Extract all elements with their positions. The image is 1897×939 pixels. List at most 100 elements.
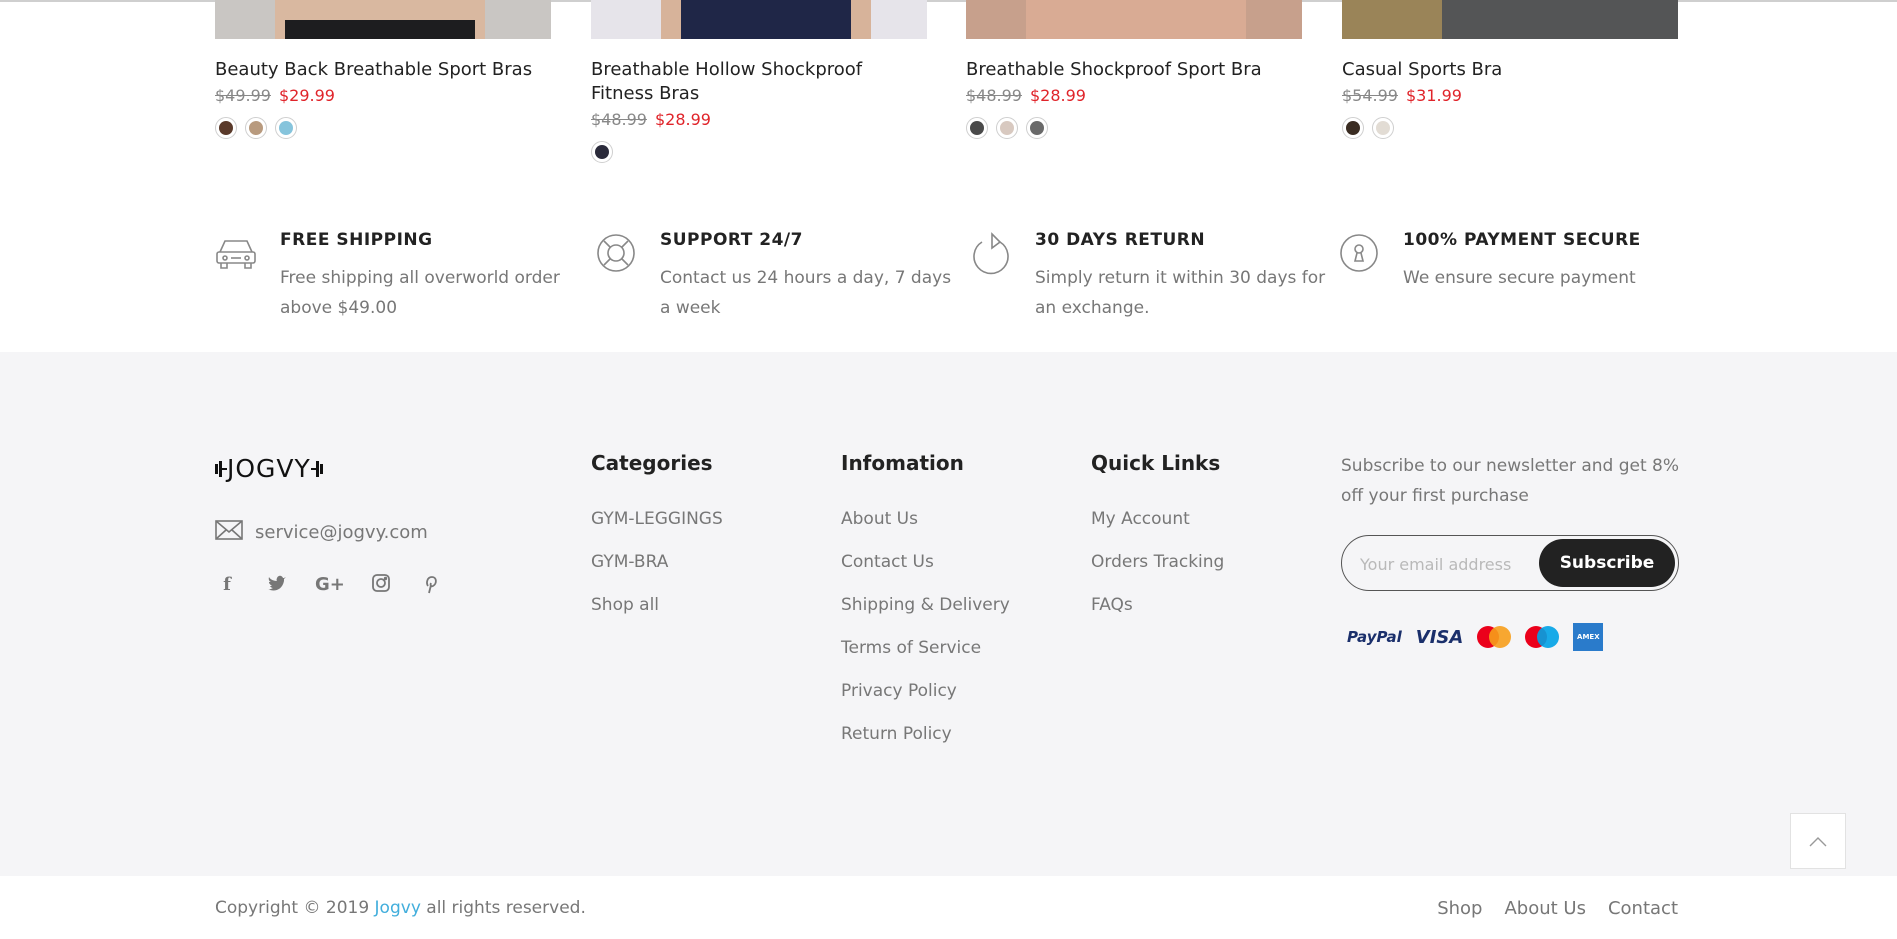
newsletter-form: Subscribe — [1341, 535, 1679, 591]
footer-link[interactable]: About Us — [841, 508, 1010, 551]
color-swatches — [1342, 117, 1678, 139]
old-price: $54.99 — [1342, 86, 1398, 105]
site-footer: JOGVY service@jogvy.com f G+ Categories … — [0, 352, 1897, 876]
color-swatches — [966, 117, 1302, 139]
feature-description: Free shipping all overworld order above … — [280, 268, 560, 318]
column-title: Infomation — [841, 451, 964, 475]
color-swatch[interactable] — [1372, 117, 1394, 139]
feature-description: We ensure secure payment — [1403, 268, 1636, 288]
footer-link[interactable]: My Account — [1091, 508, 1224, 551]
footer-information: Infomation About Us Contact Us Shipping … — [841, 451, 1010, 766]
product-title[interactable]: Breathable Hollow Shockproof Fitness Bra… — [591, 58, 927, 106]
product-image[interactable] — [215, 0, 551, 39]
newsletter: Subscribe to our newsletter and get 8% o… — [1341, 451, 1681, 651]
subscribe-button[interactable]: Subscribe — [1539, 539, 1675, 587]
footer-link[interactable]: Shop all — [591, 594, 723, 637]
product-price: $48.99 $28.99 — [966, 86, 1302, 106]
product-image[interactable] — [1342, 0, 1678, 39]
feature-description: Contact us 24 hours a day, 7 days a week — [660, 268, 952, 318]
social-links: f G+ — [215, 574, 443, 599]
color-swatch[interactable] — [215, 117, 237, 139]
newsletter-email-input[interactable] — [1358, 548, 1532, 580]
footer-link[interactable]: Shipping & Delivery — [841, 594, 1010, 637]
maestro-logo — [1525, 626, 1560, 648]
instagram-icon[interactable] — [369, 574, 393, 599]
color-swatch[interactable] — [996, 117, 1018, 139]
product-title[interactable]: Beauty Back Breathable Sport Bras — [215, 58, 551, 82]
product-price: $54.99 $31.99 — [1342, 86, 1678, 106]
product-price: $49.99 $29.99 — [215, 86, 551, 106]
footer-link[interactable]: FAQs — [1091, 594, 1224, 637]
bottom-nav: Shop About Us Contact — [1437, 898, 1678, 919]
dumbbell-icon — [310, 461, 323, 477]
footer-link[interactable]: Contact Us — [841, 551, 1010, 594]
bottom-nav-about[interactable]: About Us — [1504, 898, 1586, 919]
lock-icon — [1338, 232, 1380, 274]
sale-price: $28.99 — [1029, 86, 1086, 105]
feature-description: Simply return it within 30 days for an e… — [1035, 268, 1326, 318]
product-card[interactable]: Casual Sports Bra $54.99 $31.99 — [1342, 0, 1678, 139]
dumbbell-icon — [215, 461, 227, 477]
footer-link[interactable]: Privacy Policy — [841, 680, 1010, 723]
payment-methods: PayPal VISA AMEX — [1347, 623, 1604, 651]
facebook-icon[interactable]: f — [215, 574, 239, 599]
lifebuoy-icon — [595, 232, 637, 274]
footer-link[interactable]: GYM-BRA — [591, 551, 723, 594]
sale-price: $29.99 — [278, 86, 335, 105]
feature-title: FREE SHIPPING — [280, 230, 433, 250]
footer-categories: Categories GYM-LEGGINGS GYM-BRA Shop all — [591, 451, 723, 637]
mastercard-logo — [1477, 626, 1512, 648]
footer-link[interactable]: Terms of Service — [841, 637, 1010, 680]
back-to-top-button[interactable] — [1790, 813, 1846, 869]
product-card[interactable]: Beauty Back Breathable Sport Bras $49.99… — [215, 0, 551, 139]
color-swatch[interactable] — [966, 117, 988, 139]
column-title: Categories — [591, 451, 713, 475]
old-price: $48.99 — [591, 110, 647, 129]
footer-quick-links: Quick Links My Account Orders Tracking F… — [1091, 451, 1224, 637]
sale-price: $28.99 — [654, 110, 711, 129]
contact-email[interactable]: service@jogvy.com — [215, 520, 428, 544]
product-price: $48.99 $28.99 — [591, 110, 927, 130]
color-swatch[interactable] — [591, 141, 613, 163]
envelope-icon — [215, 520, 243, 544]
footer-link[interactable]: Orders Tracking — [1091, 551, 1224, 594]
logo-text: JOGVY — [227, 454, 311, 483]
pinterest-icon[interactable] — [419, 574, 443, 599]
color-swatches — [215, 117, 551, 139]
column-title: Quick Links — [1091, 451, 1221, 475]
visa-logo: VISA — [1415, 626, 1464, 648]
twitter-icon[interactable] — [265, 574, 289, 599]
feature-title: 100% PAYMENT SECURE — [1403, 230, 1641, 250]
product-image[interactable] — [591, 0, 927, 39]
sale-price: $31.99 — [1405, 86, 1462, 105]
bottom-bar: Copyright © 2019 Jogvy all rights reserv… — [0, 876, 1897, 939]
google-plus-icon[interactable]: G+ — [315, 574, 345, 599]
product-title[interactable]: Casual Sports Bra — [1342, 58, 1678, 82]
copyright: Copyright © 2019 Jogvy all rights reserv… — [215, 898, 586, 918]
chevron-up-icon — [1809, 832, 1827, 851]
footer-logo[interactable]: JOGVY — [215, 454, 323, 483]
color-swatch[interactable] — [275, 117, 297, 139]
footer-link[interactable]: Return Policy — [841, 723, 1010, 766]
product-image[interactable] — [966, 0, 1302, 39]
bottom-nav-shop[interactable]: Shop — [1437, 898, 1482, 919]
color-swatch[interactable] — [1342, 117, 1364, 139]
brand-link[interactable]: Jogvy — [375, 898, 421, 918]
feature-title: 30 DAYS RETURN — [1035, 230, 1206, 250]
old-price: $48.99 — [966, 86, 1022, 105]
email-address[interactable]: service@jogvy.com — [255, 522, 428, 543]
bottom-nav-contact[interactable]: Contact — [1608, 898, 1678, 919]
color-swatch[interactable] — [1026, 117, 1048, 139]
feature-title: SUPPORT 24/7 — [660, 230, 803, 250]
amex-logo: AMEX — [1573, 623, 1604, 651]
footer-link[interactable]: GYM-LEGGINGS — [591, 508, 723, 551]
color-swatch[interactable] — [245, 117, 267, 139]
product-card[interactable]: Breathable Hollow Shockproof Fitness Bra… — [591, 0, 927, 163]
car-icon — [215, 232, 257, 274]
product-title[interactable]: Breathable Shockproof Sport Bra — [966, 58, 1302, 82]
color-swatches — [591, 141, 927, 163]
product-card[interactable]: Breathable Shockproof Sport Bra $48.99 $2… — [966, 0, 1302, 139]
paypal-logo: PayPal — [1347, 628, 1402, 646]
old-price: $49.99 — [215, 86, 271, 105]
return-icon — [970, 232, 1012, 275]
